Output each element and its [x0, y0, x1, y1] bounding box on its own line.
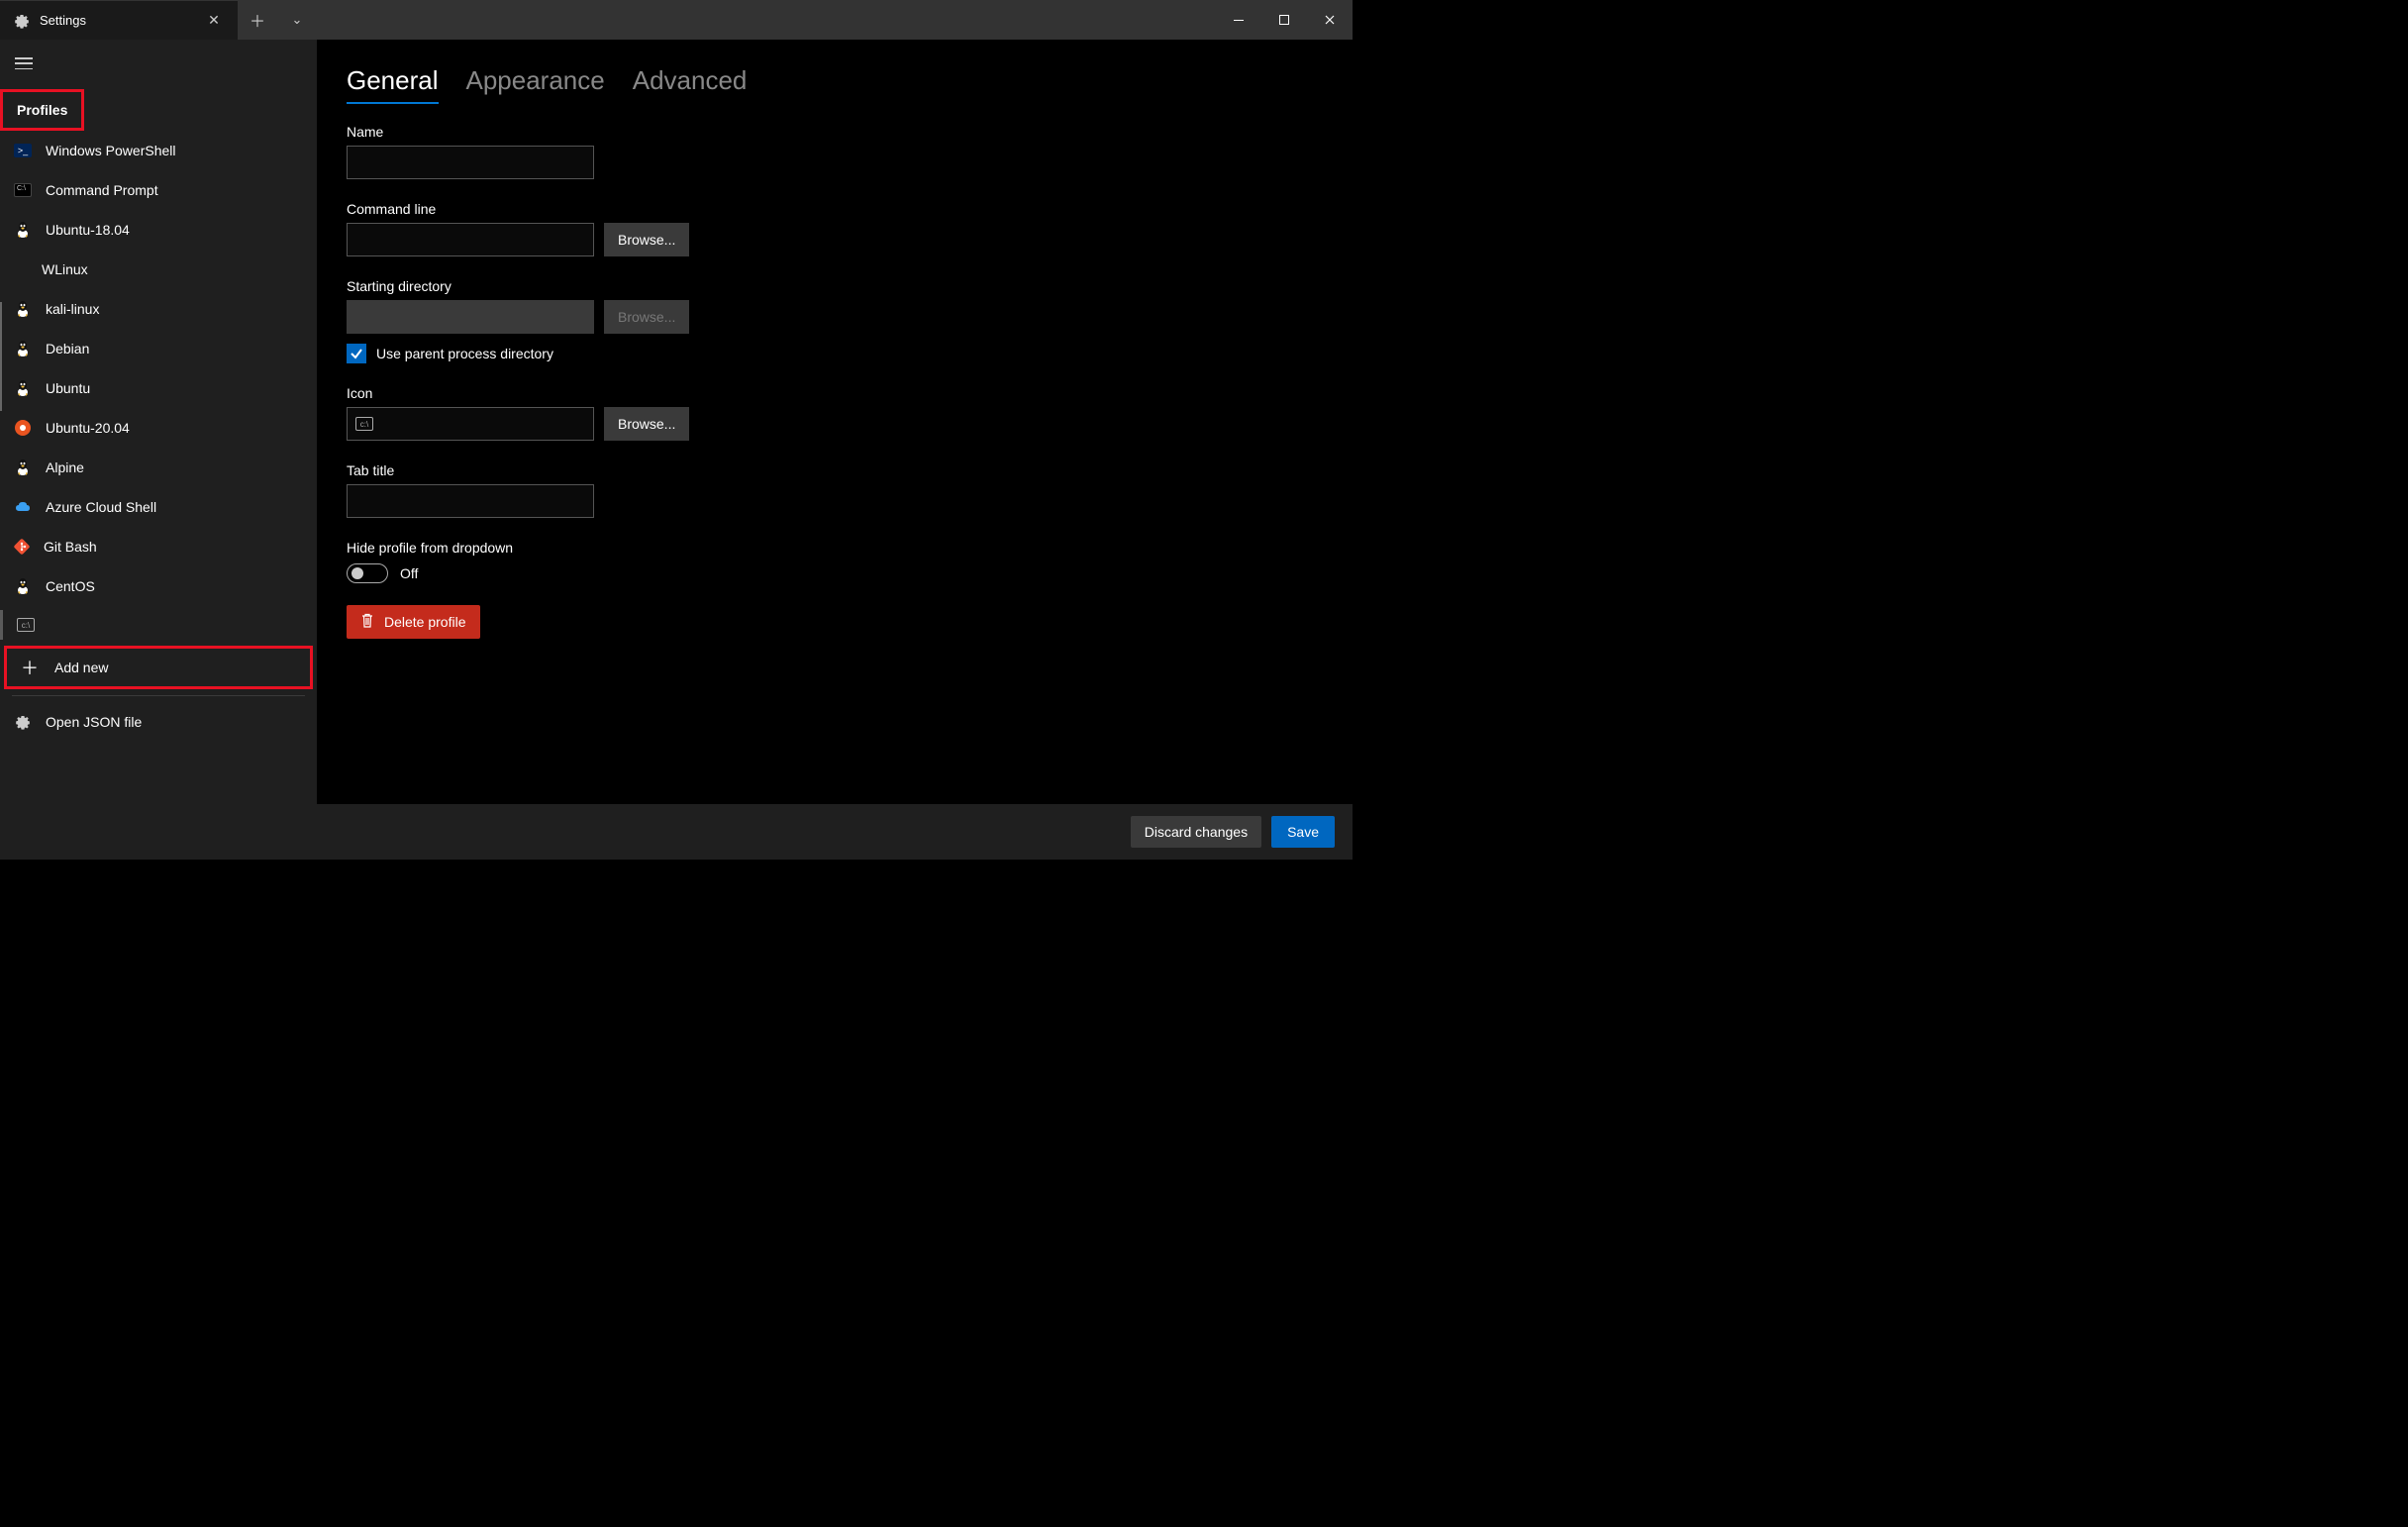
powershell-icon: >_ [14, 142, 32, 159]
sidebar: Profiles >_ Windows PowerShell Command P… [0, 40, 317, 860]
tux-icon [14, 379, 32, 397]
name-input[interactable] [347, 146, 594, 179]
sidebar-item-alpine[interactable]: Alpine [0, 448, 317, 487]
add-new-button[interactable]: ＋ Add new [4, 646, 313, 689]
ubuntu-icon [14, 419, 32, 437]
icon-input[interactable]: c:\ [347, 407, 594, 441]
hide-toggle[interactable] [347, 563, 388, 583]
sidebar-item-label: kali-linux [46, 301, 99, 317]
sidebar-item-label: Git Bash [44, 539, 97, 555]
sidebar-item-azure[interactable]: Azure Cloud Shell [0, 487, 317, 527]
sidebar-item-label: Alpine [46, 459, 84, 475]
sidebar-item-label: Ubuntu-20.04 [46, 420, 130, 436]
azure-icon [14, 498, 32, 516]
sidebar-item-powershell[interactable]: >_ Windows PowerShell [0, 131, 317, 170]
tabtitle-input[interactable] [347, 484, 594, 518]
discard-button[interactable]: Discard changes [1131, 816, 1261, 848]
use-parent-checkbox[interactable]: Use parent process directory [347, 344, 1323, 363]
commandline-input[interactable] [347, 223, 594, 256]
tux-icon [14, 221, 32, 239]
trash-icon [360, 613, 374, 631]
content-tabs: General Appearance Advanced [347, 65, 1323, 104]
close-tab-button[interactable]: ✕ [200, 7, 228, 35]
tab-appearance[interactable]: Appearance [466, 65, 605, 104]
sidebar-item-wlinux[interactable]: WLinux [0, 250, 317, 289]
sidebar-item-label: Debian [46, 341, 89, 356]
commandline-browse-button[interactable]: Browse... [604, 223, 689, 256]
sidebar-item-label: WLinux [42, 261, 88, 277]
profile-list: >_ Windows PowerShell Command Prompt Ubu… [0, 131, 317, 742]
sidebar-item-centos[interactable]: CentOS [0, 566, 317, 606]
sidebar-item-cmd[interactable]: Command Prompt [0, 170, 317, 210]
plus-icon: ＋ [21, 659, 39, 676]
titlebar: Settings ✕ ＋ ⌄ [0, 0, 1353, 40]
close-window-button[interactable] [1307, 0, 1353, 40]
main-panel: General Appearance Advanced Name Command… [317, 40, 1353, 860]
sidebar-item-ubuntu[interactable]: Ubuntu [0, 368, 317, 408]
use-parent-label: Use parent process directory [376, 346, 553, 361]
sidebar-item-kali[interactable]: kali-linux [0, 289, 317, 329]
tab-title: Settings [40, 13, 190, 28]
toggle-knob [351, 567, 363, 579]
tux-icon [14, 300, 32, 318]
sidebar-heading-profiles: Profiles [0, 89, 84, 131]
divider [12, 695, 305, 696]
sidebar-item-label: Azure Cloud Shell [46, 499, 156, 515]
delete-profile-button[interactable]: Delete profile [347, 605, 480, 639]
icon-browse-button[interactable]: Browse... [604, 407, 689, 441]
save-button[interactable]: Save [1271, 816, 1335, 848]
tux-icon [14, 577, 32, 595]
name-label: Name [347, 124, 1323, 140]
sidebar-item-label: CentOS [46, 578, 95, 594]
gear-icon [14, 13, 30, 29]
startdir-browse-button: Browse... [604, 300, 689, 334]
checkbox-icon [347, 344, 366, 363]
delete-profile-label: Delete profile [384, 614, 466, 630]
tab-general[interactable]: General [347, 65, 439, 104]
terminal-icon: c:\ [17, 618, 35, 632]
hide-state-label: Off [400, 565, 418, 581]
tux-icon [14, 340, 32, 357]
sidebar-item-current-profile[interactable]: c:\ [0, 610, 317, 640]
new-tab-button[interactable]: ＋ [238, 0, 277, 40]
sidebar-item-ubuntu1804[interactable]: Ubuntu-18.04 [0, 210, 317, 250]
tab-dropdown-button[interactable]: ⌄ [277, 0, 317, 40]
tux-icon [14, 458, 32, 476]
startdir-input [347, 300, 594, 334]
git-icon [14, 539, 30, 555]
tab-settings[interactable]: Settings ✕ [0, 0, 238, 40]
sidebar-item-label: Ubuntu-18.04 [46, 222, 130, 238]
commandline-label: Command line [347, 201, 1323, 217]
terminal-icon: c:\ [355, 417, 373, 431]
sidebar-item-label: Command Prompt [46, 182, 158, 198]
cmd-icon [14, 181, 32, 199]
tab-advanced[interactable]: Advanced [633, 65, 748, 104]
scroll-indicator [0, 302, 2, 411]
icon-label: Icon [347, 385, 1323, 401]
sidebar-item-ubuntu2004[interactable]: Ubuntu-20.04 [0, 408, 317, 448]
gear-icon [14, 713, 32, 731]
hamburger-button[interactable] [2, 44, 46, 83]
maximize-button[interactable] [1261, 0, 1307, 40]
sidebar-item-label: Windows PowerShell [46, 143, 176, 158]
footer: Discard changes Save [317, 804, 1353, 860]
open-json-button[interactable]: Open JSON file [0, 702, 317, 742]
minimize-button[interactable] [1216, 0, 1261, 40]
sidebar-item-debian[interactable]: Debian [0, 329, 317, 368]
hide-label: Hide profile from dropdown [347, 540, 1323, 556]
sidebar-item-gitbash[interactable]: Git Bash [0, 527, 317, 566]
sidebar-item-label: Add new [54, 660, 108, 675]
startdir-label: Starting directory [347, 278, 1323, 294]
tabtitle-label: Tab title [347, 462, 1323, 478]
sidebar-item-label: Ubuntu [46, 380, 90, 396]
sidebar-item-label: Open JSON file [46, 714, 142, 730]
